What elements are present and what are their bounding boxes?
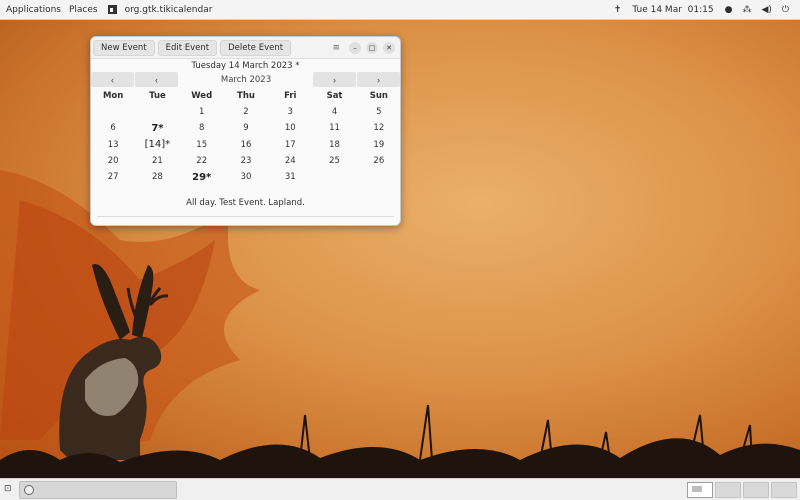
edit-event-button[interactable]: Edit Event [157, 39, 218, 56]
weekday-label: Sun [369, 91, 388, 101]
day-cell[interactable]: 10 [268, 120, 312, 136]
workspace-3[interactable] [743, 482, 769, 498]
bottom-panel: ⊡ [0, 478, 800, 500]
header-bar: New Event Edit Event Delete Event ≡ – □ … [91, 37, 400, 59]
taskbar-window-button[interactable] [19, 481, 177, 499]
calendar-navigation: ‹ ‹ March 2023 › › [91, 72, 400, 87]
day-cell[interactable] [312, 169, 356, 185]
next-month-button[interactable]: › [313, 72, 356, 87]
divider [97, 216, 394, 218]
window-controls: ≡ – □ ✕ [332, 41, 398, 54]
maximize-icon[interactable]: □ [366, 41, 378, 54]
weekday-label: Thu [237, 91, 255, 101]
day-cell[interactable]: 2 [224, 104, 268, 120]
day-cell[interactable]: 12 [357, 120, 401, 136]
month-label: March 2023 [220, 74, 272, 85]
top-panel: Applications Places org.gtk.tikicalendar… [0, 0, 800, 20]
day-cell[interactable]: 6 [91, 120, 135, 136]
delete-event-button[interactable]: Delete Event [220, 39, 292, 56]
day-cell[interactable] [357, 169, 401, 185]
places-menu[interactable]: Places [65, 5, 102, 15]
app-menu[interactable]: org.gtk.tikicalendar [121, 5, 217, 15]
day-cell[interactable]: 4 [312, 104, 356, 120]
weekday-label: Mon [102, 91, 124, 101]
close-icon[interactable]: ✕ [383, 41, 395, 54]
prev-year-button[interactable]: ‹ [91, 72, 134, 87]
day-cell[interactable]: 26 [357, 153, 401, 169]
notification-dot-icon: ● [724, 4, 733, 15]
accessibility-icon[interactable]: ✝ [611, 5, 625, 15]
day-cell[interactable]: 30 [224, 169, 268, 185]
day-cell[interactable]: 18 [312, 137, 356, 153]
chevron-left-icon: ‹ [111, 74, 114, 85]
workspace-4[interactable] [771, 482, 797, 498]
week-row: 1 2 3 4 5 [91, 104, 401, 120]
chevron-right-icon: › [377, 74, 380, 85]
week-row: 6 7* 8 9 10 11 12 [91, 120, 401, 136]
day-cell[interactable]: 16 [224, 137, 268, 153]
day-cell[interactable]: 11 [312, 120, 356, 136]
workspace-1[interactable] [687, 482, 713, 498]
week-row: 20 21 22 23 24 25 26 [91, 153, 401, 169]
day-cell[interactable]: 25 [312, 153, 356, 169]
day-cell[interactable]: 3 [268, 104, 312, 120]
day-cell[interactable]: 15 [180, 137, 224, 153]
new-event-button[interactable]: New Event [93, 39, 155, 56]
app-window-icon [107, 5, 117, 14]
day-cell[interactable]: 28 [135, 169, 179, 185]
day-cell[interactable]: 9 [224, 120, 268, 136]
day-cell[interactable]: 5 [357, 104, 401, 120]
week-row: 13 [14]* 15 16 17 18 19 [91, 137, 401, 153]
selected-date-heading: Tuesday 14 March 2023 * [191, 61, 300, 71]
volume-icon[interactable]: ◀) [758, 5, 774, 15]
day-cell-with-event[interactable]: 7* [135, 120, 179, 136]
day-cell[interactable]: 21 [135, 153, 179, 169]
app-icon [24, 485, 34, 495]
day-cell[interactable]: 17 [268, 137, 312, 153]
week-row: 27 28 29* 30 31 [91, 169, 401, 185]
day-cell[interactable]: 27 [91, 169, 135, 185]
weekday-label: Fri [284, 91, 297, 101]
day-cell[interactable]: 22 [180, 153, 224, 169]
event-description: All day. Test Event. Lapland. [186, 198, 305, 209]
calendar-window: New Event Edit Event Delete Event ≡ – □ … [90, 36, 401, 226]
network-icon[interactable]: ⁂ [739, 5, 754, 15]
day-cell-with-event[interactable]: 29* [180, 169, 224, 185]
day-cell[interactable]: 8 [180, 120, 224, 136]
workspace-2[interactable] [715, 482, 741, 498]
chevron-right-icon: › [333, 74, 336, 85]
weekday-header-row: Mon Tue Wed Thu Fri Sat Sun [91, 88, 401, 104]
weekday-label: Sat [326, 91, 343, 101]
hamburger-menu-icon[interactable]: ≡ [332, 43, 340, 53]
minimize-icon[interactable]: – [349, 41, 361, 54]
weekday-label: Tue [149, 91, 166, 101]
next-year-button[interactable]: › [357, 72, 400, 87]
applications-menu[interactable]: Applications [2, 5, 65, 15]
weekday-label: Wed [191, 91, 213, 101]
selected-day-cell[interactable]: [14]* [135, 137, 179, 153]
day-cell[interactable]: 31 [268, 169, 312, 185]
prev-month-button[interactable]: ‹ [135, 72, 178, 87]
day-cell[interactable]: 20 [91, 153, 135, 169]
show-desktop-icon[interactable]: ⊡ [4, 484, 16, 496]
day-cell[interactable]: 24 [268, 153, 312, 169]
day-cell[interactable]: 23 [224, 153, 268, 169]
day-cell[interactable]: 19 [357, 137, 401, 153]
day-cell[interactable] [91, 104, 135, 120]
power-icon[interactable]: ⏻ [779, 5, 792, 15]
day-cell[interactable]: 13 [91, 137, 135, 153]
calendar-grid: Mon Tue Wed Thu Fri Sat Sun 1 2 3 4 5 6 [91, 88, 401, 185]
day-cell[interactable]: 1 [180, 104, 224, 120]
clock[interactable]: Tue 14 Mar 01:15 [628, 5, 717, 15]
day-cell[interactable] [135, 104, 179, 120]
chevron-left-icon: ‹ [155, 74, 158, 85]
